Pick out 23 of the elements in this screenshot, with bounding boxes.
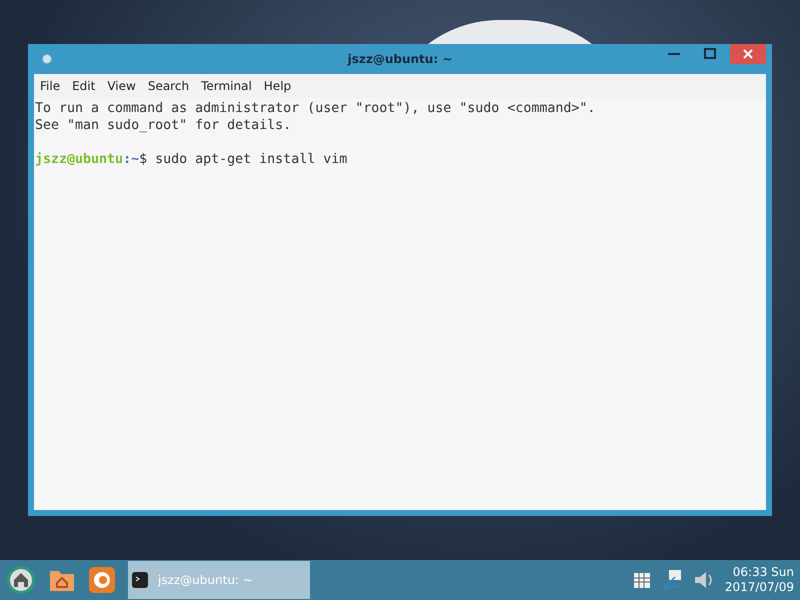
terminal-icon — [132, 572, 148, 588]
prompt-symbol: $ — [139, 152, 148, 167]
calendar-icon[interactable] — [632, 571, 651, 589]
clock-time: 06:33 Sun — [732, 565, 794, 580]
menu-item[interactable]: View — [107, 79, 136, 93]
window-title: jszz@ubuntu: ~ — [348, 52, 452, 66]
prompt-path: :~ — [123, 152, 140, 167]
clock-date: 2017/07/09 — [724, 580, 794, 595]
menu-item[interactable]: Terminal — [201, 79, 252, 93]
menu-item[interactable]: File — [40, 79, 60, 93]
menu-item[interactable]: Edit — [72, 79, 96, 93]
output-line: See "man sudo_root" for details. — [35, 117, 292, 134]
output-line: To run a command as administrator (user "root"), use "sudo <command>". — [35, 100, 596, 117]
window-menu-icon[interactable] — [42, 54, 52, 64]
maximize-icon — [704, 48, 716, 60]
menu-item[interactable]: Help — [264, 79, 292, 93]
prompt-user: jszz@ubuntu — [35, 152, 124, 167]
close-icon — [742, 48, 754, 60]
browser-icon[interactable] — [88, 566, 116, 594]
command-text: sudo apt-get install vim — [154, 152, 348, 167]
close-button[interactable] — [730, 44, 766, 64]
menu-item[interactable]: Search — [148, 79, 190, 93]
home-icon[interactable] — [6, 565, 36, 595]
